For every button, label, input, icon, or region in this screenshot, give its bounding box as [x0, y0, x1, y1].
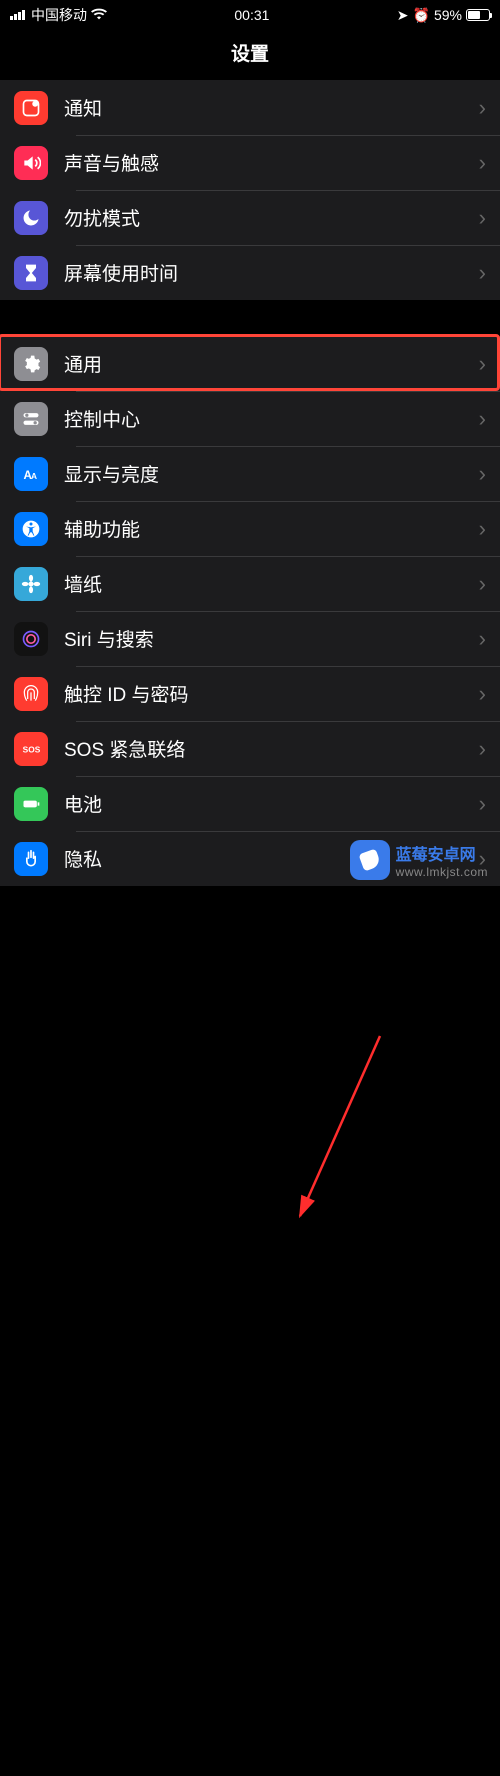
- switches-icon: [14, 402, 48, 436]
- battery-icon: [14, 787, 48, 821]
- sos-icon: SOS: [14, 732, 48, 766]
- watermark-text: 蓝莓安卓网: [396, 847, 476, 864]
- settings-row-battery[interactable]: 电池›: [0, 776, 500, 831]
- settings-list: 通知›声音与触感›勿扰模式›屏幕使用时间›通用›控制中心›AA显示与亮度›辅助功…: [0, 80, 500, 886]
- carrier-label: 中国移动: [31, 5, 87, 25]
- row-label: 通知: [64, 94, 479, 121]
- settings-row-wallpaper[interactable]: 墙纸›: [0, 556, 500, 611]
- text-size-icon: AA: [14, 457, 48, 491]
- chevron-right-icon: ›: [479, 571, 486, 597]
- row-label: 通用: [64, 350, 479, 377]
- settings-row-general[interactable]: 通用›: [0, 336, 500, 391]
- location-icon: ➤: [397, 7, 409, 24]
- hourglass-icon: [14, 256, 48, 290]
- page-title: 设置: [0, 30, 500, 74]
- settings-row-sos[interactable]: SOS SOS 紧急联络›: [0, 721, 500, 776]
- settings-row-sounds[interactable]: 声音与触感›: [0, 135, 500, 190]
- hand-icon: [14, 842, 48, 876]
- sound-icon: [14, 146, 48, 180]
- flower-icon: [14, 567, 48, 601]
- row-label: 屏幕使用时间: [64, 259, 479, 286]
- accessibility-icon: [14, 512, 48, 546]
- chevron-right-icon: ›: [479, 626, 486, 652]
- chevron-right-icon: ›: [479, 516, 486, 542]
- annotation-arrow: [0, 886, 500, 1776]
- chevron-right-icon: ›: [479, 95, 486, 121]
- chevron-right-icon: ›: [479, 150, 486, 176]
- gear-icon: [14, 347, 48, 381]
- siri-icon: [14, 622, 48, 656]
- settings-row-display[interactable]: AA 显示与亮度›: [0, 446, 500, 501]
- settings-row-touchid[interactable]: 触控 ID 与密码›: [0, 666, 500, 721]
- status-right: ➤ ⏰ 59%: [397, 7, 490, 24]
- row-label: 辅助功能: [64, 515, 479, 542]
- chevron-right-icon: ›: [479, 791, 486, 817]
- svg-text:A: A: [31, 471, 37, 481]
- chevron-right-icon: ›: [479, 461, 486, 487]
- settings-row-notifications[interactable]: 通知›: [0, 80, 500, 135]
- chevron-right-icon: ›: [479, 736, 486, 762]
- battery-percent: 59%: [434, 7, 462, 23]
- watermark-icon: [350, 840, 390, 880]
- row-label: 显示与亮度: [64, 460, 479, 487]
- notification-icon: [14, 91, 48, 125]
- settings-row-dnd[interactable]: 勿扰模式›: [0, 190, 500, 245]
- moon-icon: [14, 201, 48, 235]
- row-label: 勿扰模式: [64, 204, 479, 231]
- clock: 00:31: [234, 7, 269, 23]
- chevron-right-icon: ›: [479, 681, 486, 707]
- settings-row-accessibility[interactable]: 辅助功能›: [0, 501, 500, 556]
- chevron-right-icon: ›: [479, 351, 486, 377]
- status-bar: 中国移动 00:31 ➤ ⏰ 59%: [0, 0, 500, 30]
- settings-row-screentime[interactable]: 屏幕使用时间›: [0, 245, 500, 300]
- chevron-right-icon: ›: [479, 260, 486, 286]
- chevron-right-icon: ›: [479, 406, 486, 432]
- row-label: 墙纸: [64, 570, 479, 597]
- row-label: 控制中心: [64, 405, 479, 432]
- settings-row-siri[interactable]: Siri 与搜索›: [0, 611, 500, 666]
- watermark: 蓝莓安卓网 www.lmkjst.com: [344, 836, 494, 884]
- battery-icon: [466, 9, 490, 21]
- row-label: 触控 ID 与密码: [64, 680, 479, 707]
- status-left: 中国移动: [10, 5, 107, 25]
- row-label: Siri 与搜索: [64, 625, 479, 652]
- row-label: 声音与触感: [64, 149, 479, 176]
- wifi-icon: [91, 7, 107, 23]
- cellular-signal-icon: [10, 10, 25, 20]
- svg-text:SOS: SOS: [23, 744, 41, 754]
- watermark-url: www.lmkjst.com: [396, 865, 488, 879]
- row-label: SOS 紧急联络: [64, 735, 479, 762]
- alarm-icon: ⏰: [413, 7, 430, 24]
- fingerprint-icon: [14, 677, 48, 711]
- row-label: 电池: [64, 790, 479, 817]
- chevron-right-icon: ›: [479, 205, 486, 231]
- settings-row-control-center[interactable]: 控制中心›: [0, 391, 500, 446]
